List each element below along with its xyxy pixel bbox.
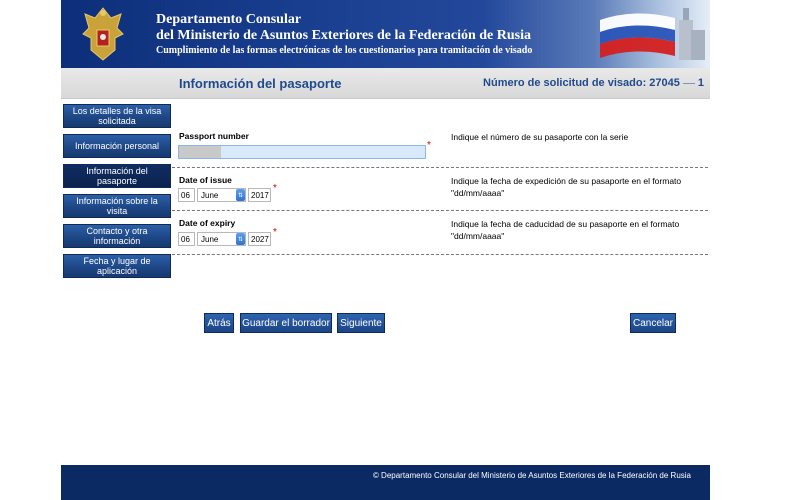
header-subtitle: Cumplimiento de las formas electrónicas … bbox=[156, 45, 533, 56]
sidebar-item-visa-details[interactable]: Los detalles de la visa solicitada bbox=[63, 104, 171, 128]
sidebar-item-visit-info[interactable]: Información sobre la visita bbox=[63, 194, 171, 218]
expiry-year-field[interactable]: 2027 bbox=[248, 232, 271, 246]
divider bbox=[172, 254, 708, 255]
expiry-month-value: June bbox=[201, 234, 219, 244]
header-banner: Departamento Consular del Ministerio de … bbox=[61, 0, 710, 68]
issue-day-field[interactable]: 06 bbox=[178, 188, 195, 202]
redacted-value bbox=[179, 146, 221, 158]
header-title-line2: del Ministerio de Asuntos Exteriores de … bbox=[156, 28, 531, 43]
issue-year-field[interactable]: 2017 bbox=[248, 188, 271, 202]
sidebar-item-contact-info[interactable]: Contacto y otra información bbox=[63, 224, 171, 248]
application-number: Número de solicitud de visado: 27045 1 bbox=[483, 77, 704, 89]
footer: © Departamento Consular del Ministerio d… bbox=[61, 465, 710, 500]
up-down-arrows-icon[interactable]: ⇅ bbox=[236, 189, 245, 201]
application-number-label: Número de solicitud de visado: 27045 bbox=[483, 77, 680, 89]
divider bbox=[172, 167, 708, 168]
page-title: Información del pasaporte bbox=[179, 76, 342, 91]
date-of-expiry-label: Date of expiry bbox=[179, 218, 236, 228]
required-marker: * bbox=[273, 227, 277, 238]
russian-flag-icon bbox=[600, 8, 705, 60]
back-button[interactable]: Atrás bbox=[204, 313, 234, 333]
date-of-expiry-hint: Indique la fecha de caducidad de su pasa… bbox=[451, 219, 680, 241]
sidebar-item-passport-info[interactable]: Información del pasaporte bbox=[63, 164, 171, 188]
expiry-day-field[interactable]: 06 bbox=[178, 232, 195, 246]
required-marker: * bbox=[427, 140, 431, 151]
cancel-button[interactable]: Cancelar bbox=[630, 313, 676, 333]
application-number-suffix: 1 bbox=[697, 77, 704, 89]
up-down-arrows-icon[interactable]: ⇅ bbox=[236, 233, 245, 245]
russian-coat-of-arms-icon bbox=[82, 7, 124, 61]
next-button[interactable]: Siguiente bbox=[337, 313, 385, 333]
issue-month-value: June bbox=[201, 190, 219, 200]
header-title: Departamento Consular bbox=[156, 12, 302, 27]
footer-copyright: © Departamento Consular del Ministerio d… bbox=[372, 471, 691, 480]
save-draft-button[interactable]: Guardar el borrador bbox=[240, 313, 332, 333]
subheader-bar: Información del pasaporte Número de soli… bbox=[61, 68, 710, 99]
divider bbox=[172, 210, 708, 211]
sidebar-item-date-place[interactable]: Fecha y lugar de aplicación bbox=[63, 254, 171, 278]
date-of-issue-label: Date of issue bbox=[179, 175, 232, 185]
passport-number-label: Passport number bbox=[179, 131, 249, 141]
required-marker: * bbox=[273, 183, 277, 194]
date-of-issue-hint: Indique la fecha de expedición de su pas… bbox=[451, 176, 682, 198]
sidebar-item-personal-info[interactable]: Información personal bbox=[63, 134, 171, 158]
passport-number-hint: Indique el número de su pasaporte con la… bbox=[451, 132, 629, 142]
